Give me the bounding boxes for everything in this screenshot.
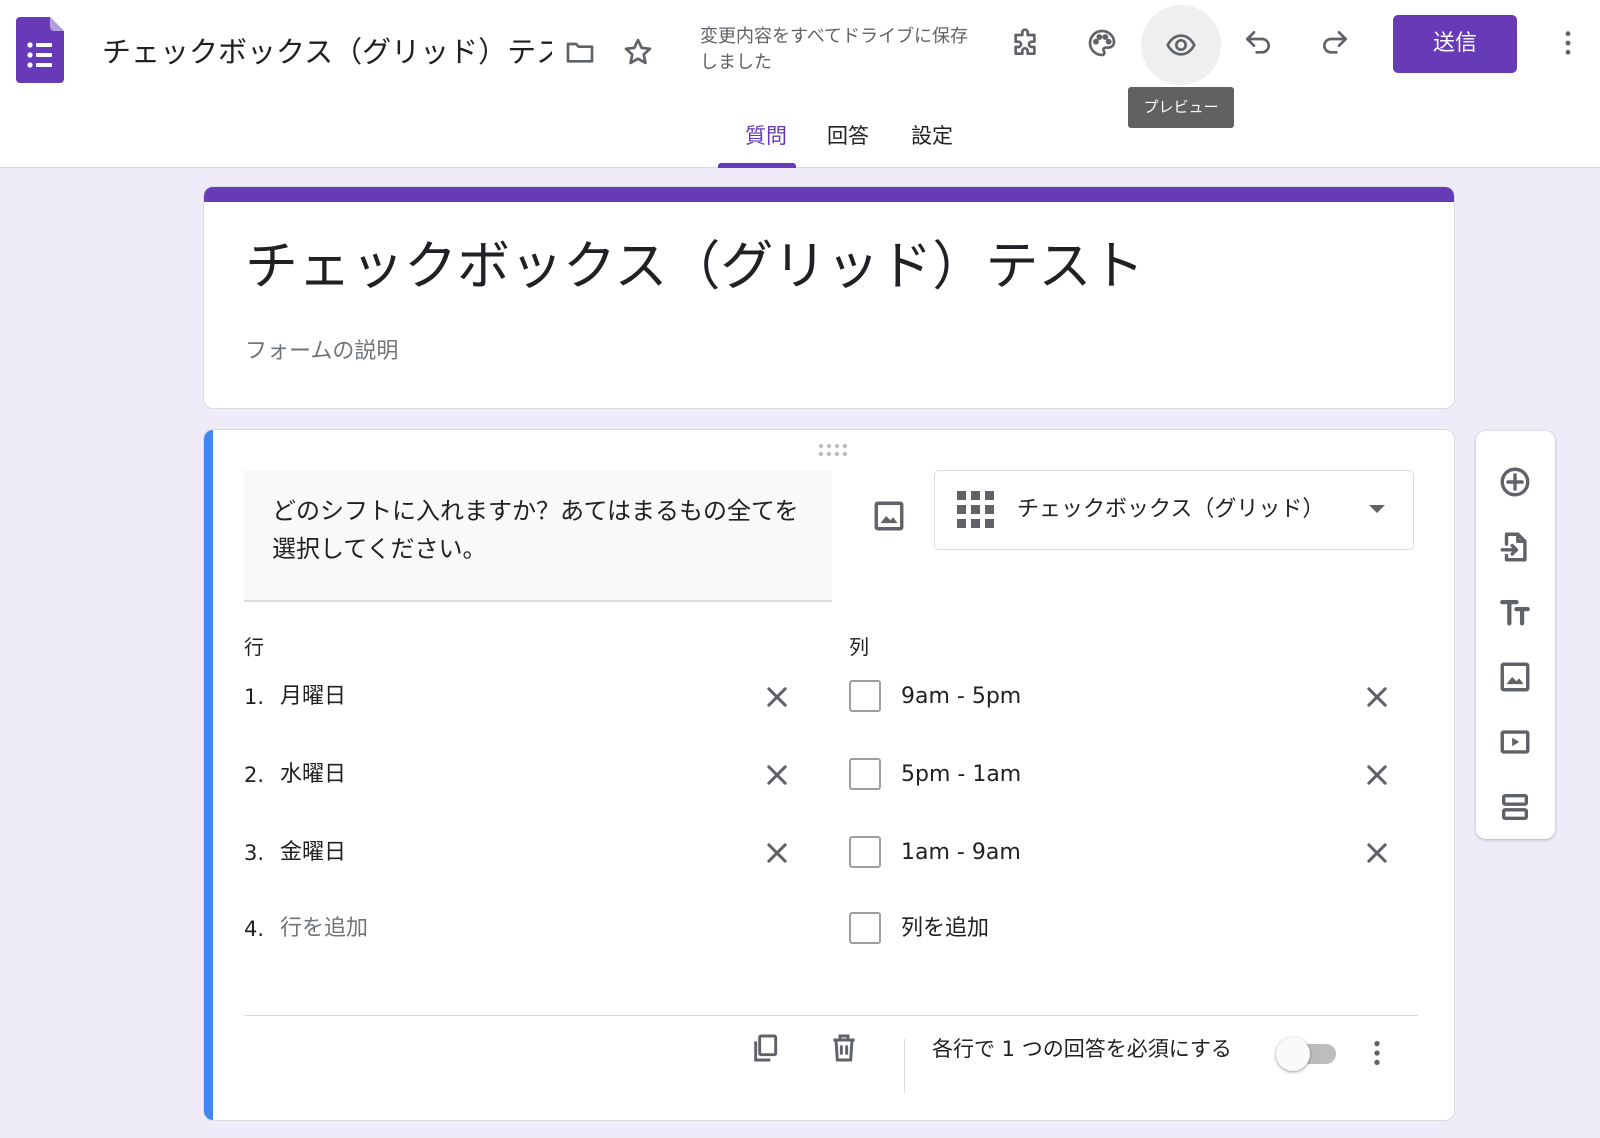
row-label-input[interactable]: 月曜日: [280, 674, 346, 720]
add-column-item[interactable]: 列を追加: [849, 906, 1409, 952]
remove-row-icon[interactable]: [758, 756, 796, 794]
question-focus-accent: [204, 430, 213, 1120]
save-status-text: 変更内容をすべてドライブに保存しました: [700, 26, 969, 73]
row-number: 4.: [244, 917, 265, 941]
form-title-card[interactable]: チェックボックス（グリッド）テスト フォームの説明: [203, 186, 1455, 409]
tab-responses[interactable]: 回答: [812, 118, 884, 154]
addon-icon[interactable]: [1001, 19, 1049, 67]
checkbox-icon: [849, 836, 881, 868]
app-header: チェックボックス（グリッド）テスト 変更内容をすべてドライブに保存しました 送信…: [0, 0, 1600, 168]
tab-questions[interactable]: 質問: [730, 118, 802, 154]
tab-settings[interactable]: 設定: [896, 118, 968, 154]
remove-column-icon[interactable]: [1358, 834, 1396, 872]
add-question-image-icon[interactable]: [865, 492, 913, 540]
add-section-icon[interactable]: [1491, 783, 1539, 831]
checkbox-icon: [849, 680, 881, 712]
duplicate-icon[interactable]: [741, 1024, 789, 1072]
palette-icon[interactable]: [1078, 19, 1126, 67]
redo-icon[interactable]: [1311, 19, 1359, 67]
checkbox-icon: [849, 912, 881, 944]
grid-column-item[interactable]: 1am - 9am: [849, 830, 1409, 876]
row-number: 2.: [244, 763, 265, 787]
row-label-input[interactable]: 金曜日: [280, 830, 346, 876]
remove-column-icon[interactable]: [1358, 756, 1396, 794]
add-title-icon[interactable]: [1491, 588, 1539, 636]
undo-icon[interactable]: [1234, 19, 1282, 67]
grid-icon: [957, 491, 994, 528]
question-more-icon[interactable]: [1357, 1029, 1397, 1077]
more-vert-icon[interactable]: [1548, 19, 1588, 67]
required-toggle[interactable]: [1276, 1036, 1340, 1072]
row-number: 3.: [244, 841, 265, 865]
add-question-icon[interactable]: [1491, 458, 1539, 506]
remove-column-icon[interactable]: [1358, 678, 1396, 716]
required-toggle-label: 各行で 1 つの回答を必須にする: [932, 1037, 1232, 1061]
active-tab-indicator: [718, 163, 796, 168]
chevron-down-icon: [1369, 505, 1385, 513]
drag-handle-icon[interactable]: [817, 442, 847, 458]
add-row-input[interactable]: 行を追加: [280, 906, 368, 952]
folder-icon[interactable]: [556, 28, 604, 76]
question-title-input[interactable]: どのシフトに入れますか？あてはまるもの全てを選択してください。: [244, 470, 832, 602]
footer-vertical-divider: [904, 1039, 905, 1093]
add-video-icon[interactable]: [1491, 718, 1539, 766]
remove-row-icon[interactable]: [758, 834, 796, 872]
row-number: 1.: [244, 685, 265, 709]
toggle-thumb: [1276, 1037, 1310, 1071]
footer-divider: [244, 1015, 1418, 1016]
preview-tooltip: プレビュー: [1128, 87, 1234, 128]
grid-row-item[interactable]: 3. 金曜日: [244, 830, 804, 876]
remove-row-icon[interactable]: [758, 678, 796, 716]
columns-heading: 列: [849, 635, 869, 659]
delete-icon[interactable]: [820, 1024, 868, 1072]
doc-title-input[interactable]: チェックボックス（グリッド）テスト: [102, 30, 552, 74]
grid-row-item[interactable]: 1. 月曜日: [244, 674, 804, 720]
grid-column-item[interactable]: 5pm - 1am: [849, 752, 1409, 798]
star-icon[interactable]: [614, 28, 662, 76]
column-label-input[interactable]: 1am - 9am: [901, 830, 1021, 876]
side-toolbar: [1476, 431, 1555, 839]
forms-logo-icon[interactable]: [16, 17, 64, 83]
form-description-input[interactable]: フォームの説明: [245, 335, 398, 369]
add-image-icon[interactable]: [1491, 653, 1539, 701]
rows-heading: 行: [244, 635, 264, 659]
column-label-input[interactable]: 9am - 5pm: [901, 674, 1021, 720]
question-card[interactable]: どのシフトに入れますか？あてはまるもの全てを選択してください。 チェックボックス…: [203, 429, 1455, 1121]
add-row-item[interactable]: 4. 行を追加: [244, 906, 804, 952]
grid-row-item[interactable]: 2. 水曜日: [244, 752, 804, 798]
import-questions-icon[interactable]: [1491, 523, 1539, 571]
row-label-input[interactable]: 水曜日: [280, 752, 346, 798]
grid-column-item[interactable]: 9am - 5pm: [849, 674, 1409, 720]
form-title-input[interactable]: チェックボックス（グリッド）テスト: [245, 227, 1144, 307]
checkbox-icon: [849, 758, 881, 790]
question-type-select[interactable]: チェックボックス（グリッド）: [934, 470, 1414, 550]
question-type-label: チェックボックス（グリッド）: [1017, 497, 1325, 522]
send-button[interactable]: 送信: [1393, 15, 1517, 73]
preview-eye-icon[interactable]: [1141, 5, 1221, 85]
add-column-input[interactable]: 列を追加: [901, 906, 989, 952]
column-label-input[interactable]: 5pm - 1am: [901, 752, 1021, 798]
title-card-accent: [204, 187, 1454, 202]
